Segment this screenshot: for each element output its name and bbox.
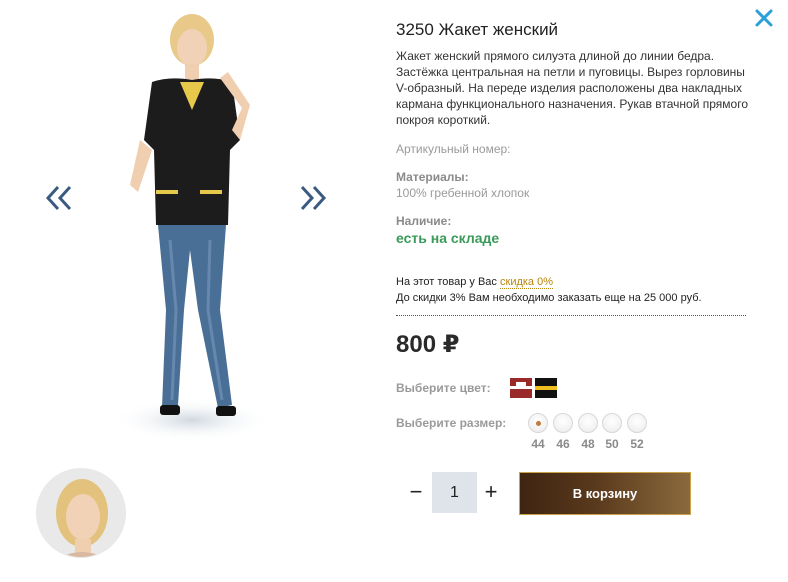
discount-info: На этот товар у Вас скидка 0% [396, 276, 554, 289]
product-gallery [0, 0, 380, 582]
materials-value: 100% гребенной хлопок [396, 186, 530, 200]
size-label-50: 50 [605, 437, 619, 451]
discount-note: До скидки 3% Вам необходимо заказать еще… [396, 292, 702, 304]
add-to-cart-button[interactable]: В корзину [519, 472, 691, 515]
quantity-decrement-button[interactable]: − [408, 480, 424, 504]
next-arrow-icon[interactable] [298, 182, 328, 214]
product-description: Жакет женский прямого силуэта длиной до … [396, 49, 749, 127]
discount-link[interactable]: скидка 0% [500, 276, 554, 289]
size-radio-52[interactable] [627, 413, 647, 433]
availability-status: есть на складе [396, 230, 500, 246]
size-radio-50[interactable] [602, 413, 622, 433]
close-icon[interactable] [754, 8, 774, 28]
product-price: 800 ₽ [396, 331, 460, 358]
size-label: Выберите размер: [396, 416, 507, 430]
size-label-48: 48 [581, 437, 595, 451]
divider [396, 315, 746, 316]
prev-arrow-icon[interactable] [44, 182, 74, 214]
size-radio-46[interactable] [553, 413, 573, 433]
size-label-44: 44 [531, 437, 545, 451]
materials-label: Материалы: [396, 170, 469, 184]
thumbnail-photo[interactable] [36, 468, 126, 558]
product-title: 3250 Жакет женский [396, 20, 559, 39]
color-swatch-red[interactable] [510, 378, 532, 398]
size-radio-48[interactable] [578, 413, 598, 433]
thumbnail-face-image [37, 469, 125, 557]
discount-text: На этот товар у Вас [396, 276, 497, 288]
quantity-increment-button[interactable]: + [482, 480, 500, 504]
color-label: Выберите цвет: [396, 381, 491, 395]
size-label-52: 52 [630, 437, 644, 451]
size-label-46: 46 [556, 437, 570, 451]
product-photo [112, 14, 272, 442]
availability-label: Наличие: [396, 214, 452, 228]
quantity-input[interactable] [432, 472, 477, 513]
color-swatch-black[interactable] [535, 378, 557, 398]
size-radio-44[interactable] [528, 413, 548, 433]
article-label: Артикульный номер: [396, 142, 511, 156]
